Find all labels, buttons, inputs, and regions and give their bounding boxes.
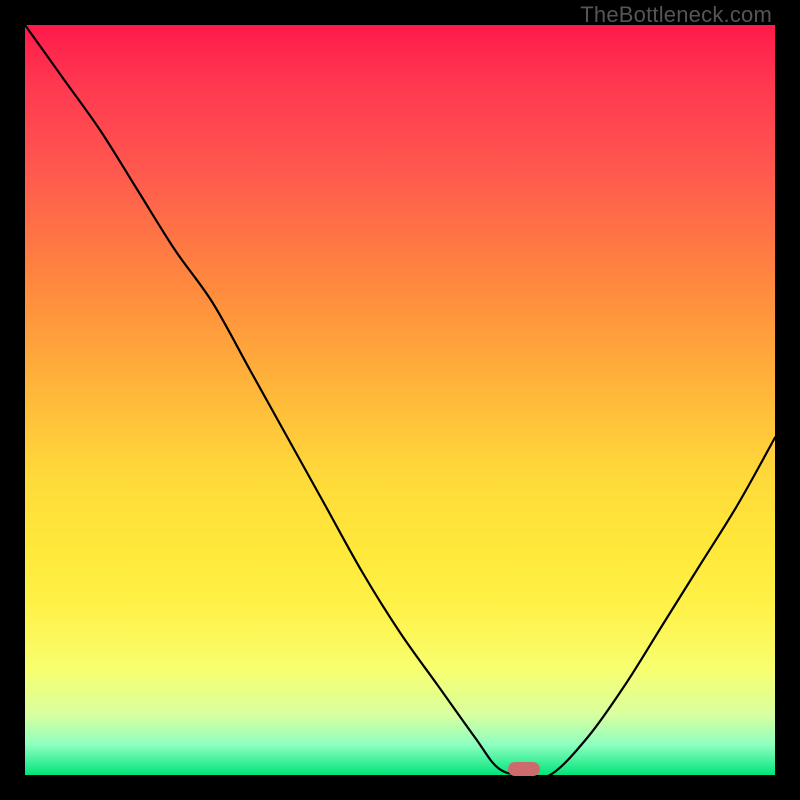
chart-plot-area (25, 25, 775, 775)
outer-frame: TheBottleneck.com (0, 0, 800, 800)
optimal-marker (508, 762, 540, 776)
bottleneck-curve-svg (25, 25, 775, 775)
bottleneck-curve-path (25, 25, 775, 775)
